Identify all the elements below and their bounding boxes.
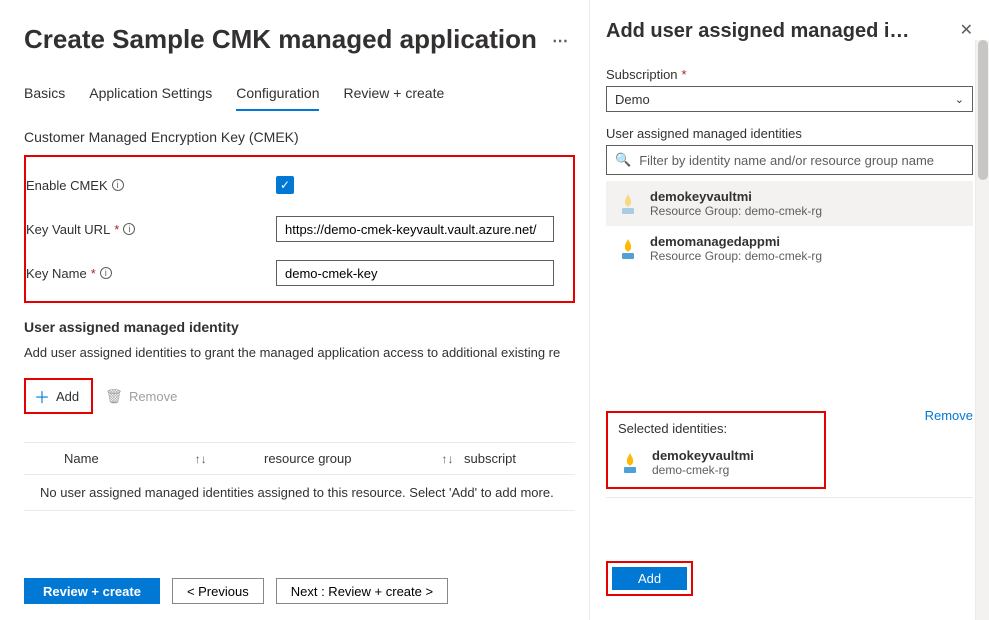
identity-item[interactable]: demokeyvaultmi Resource Group: demo-cmek… — [606, 181, 973, 226]
scrollbar-thumb[interactable] — [978, 40, 988, 180]
enable-cmek-checkbox[interactable]: ✓ — [276, 176, 294, 194]
add-identity-flyout: Add user assigned managed i… ✕ Subscript… — [589, 0, 989, 620]
enable-cmek-label: Enable CMEK — [26, 178, 108, 193]
uami-description: Add user assigned identities to grant th… — [24, 345, 575, 360]
close-icon[interactable]: ✕ — [960, 20, 973, 40]
identity-icon — [616, 237, 640, 261]
required-marker: * — [91, 266, 96, 281]
flyout-add-button[interactable]: Add — [612, 567, 687, 590]
scrollbar[interactable] — [975, 40, 989, 620]
identity-icon — [618, 451, 642, 475]
more-actions-button[interactable]: ⋯ — [552, 31, 568, 51]
key-name-input[interactable] — [276, 260, 554, 286]
table-empty-message: No user assigned managed identities assi… — [24, 475, 575, 511]
tab-basics[interactable]: Basics — [24, 79, 65, 111]
search-icon: 🔍 — [615, 152, 631, 168]
identity-name: demokeyvaultmi — [650, 189, 822, 204]
info-icon[interactable]: i — [100, 267, 112, 279]
tab-application-settings[interactable]: Application Settings — [89, 79, 212, 111]
next-button[interactable]: Next : Review + create > — [276, 578, 448, 604]
filter-input[interactable]: 🔍 Filter by identity name and/or resourc… — [606, 145, 973, 175]
tab-configuration[interactable]: Configuration — [236, 79, 319, 111]
identity-item[interactable]: demomanagedappmi Resource Group: demo-cm… — [606, 226, 973, 271]
col-resource-group[interactable]: resource group — [264, 451, 351, 466]
identity-name: demomanagedappmi — [650, 234, 822, 249]
filter-label: User assigned managed identities — [606, 126, 802, 141]
identity-rg: Resource Group: demo-cmek-rg — [650, 204, 822, 218]
col-name[interactable]: Name — [64, 451, 99, 466]
subscription-label: Subscription — [606, 67, 678, 82]
trash-icon: 🗑 — [105, 388, 123, 405]
remove-button: 🗑 Remove — [97, 378, 185, 414]
remove-link[interactable]: Remove — [925, 408, 973, 423]
review-create-button[interactable]: Review + create — [24, 578, 160, 604]
identity-icon — [616, 192, 640, 216]
cmek-highlight: Enable CMEK i ✓ Key Vault URL * i Key Na… — [24, 155, 575, 303]
add-button[interactable]: ＋ Add — [24, 378, 93, 414]
cmek-section-label: Customer Managed Encryption Key (CMEK) — [24, 129, 575, 145]
info-icon[interactable]: i — [112, 179, 124, 191]
chevron-down-icon: ⌄ — [955, 93, 964, 106]
flyout-title: Add user assigned managed i… — [606, 20, 909, 43]
col-subscription[interactable]: subscript — [464, 451, 516, 466]
sort-icon[interactable]: ↑↓ — [441, 452, 453, 466]
sort-icon[interactable]: ↑↓ — [195, 452, 207, 466]
add-highlight: Add — [606, 561, 693, 596]
required-marker: * — [114, 222, 119, 237]
key-name-label: Key Name — [26, 266, 87, 281]
tab-bar: Basics Application Settings Configuratio… — [24, 79, 575, 111]
info-icon[interactable]: i — [123, 223, 135, 235]
selected-identity-name: demokeyvaultmi — [652, 448, 754, 463]
subscription-select[interactable]: Demo ⌄ — [606, 86, 973, 112]
plus-icon: ＋ — [34, 384, 50, 408]
required-marker: * — [682, 67, 687, 82]
page-title: Create Sample CMK managed application ⋯ — [24, 24, 575, 55]
selected-identities-highlight: Selected identities: demokeyvaultmi demo… — [606, 411, 826, 489]
tab-review-create[interactable]: Review + create — [343, 79, 444, 111]
previous-button[interactable]: < Previous — [172, 578, 264, 604]
table-header: Name ↑↓ resource group ↑↓ subscript — [24, 442, 575, 475]
key-vault-url-input[interactable] — [276, 216, 554, 242]
selected-identity-rg: demo-cmek-rg — [652, 463, 754, 477]
key-vault-url-label: Key Vault URL — [26, 222, 110, 237]
identity-rg: Resource Group: demo-cmek-rg — [650, 249, 822, 263]
uami-section-label: User assigned managed identity — [24, 319, 575, 335]
selected-identities-label: Selected identities: — [618, 421, 814, 436]
